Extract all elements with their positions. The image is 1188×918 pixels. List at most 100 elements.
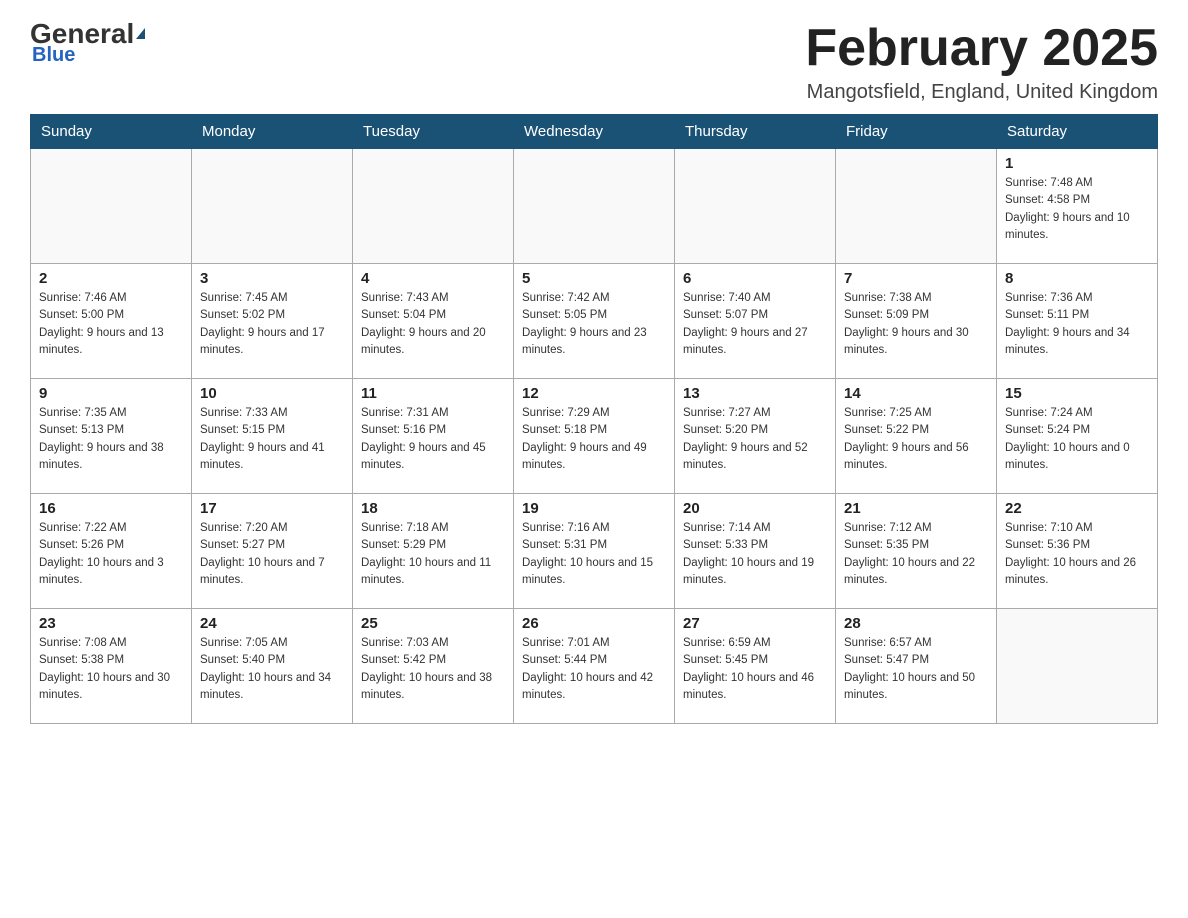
col-header-tuesday: Tuesday: [353, 115, 514, 149]
calendar-cell: 18Sunrise: 7:18 AMSunset: 5:29 PMDayligh…: [353, 494, 514, 609]
day-info: Sunrise: 7:31 AMSunset: 5:16 PMDaylight:…: [361, 405, 505, 474]
week-row-3: 9Sunrise: 7:35 AMSunset: 5:13 PMDaylight…: [31, 379, 1158, 494]
day-info: Sunrise: 7:01 AMSunset: 5:44 PMDaylight:…: [522, 635, 666, 704]
day-info: Sunrise: 7:40 AMSunset: 5:07 PMDaylight:…: [683, 290, 827, 359]
calendar-cell: 27Sunrise: 6:59 AMSunset: 5:45 PMDayligh…: [675, 609, 836, 724]
calendar-cell: 11 Sunrise: 7:31 AMSunset: 5:16 PMDayligh…: [353, 379, 514, 494]
day-info: Sunrise: 7:18 AMSunset: 5:29 PMDaylight:…: [361, 520, 505, 589]
calendar-cell: 1 Sunrise: 7:48 AMSunset: 4:58 PMDaylight…: [997, 149, 1158, 264]
page-header: General Blue February 2025 Mangotsfield,…: [30, 20, 1158, 104]
calendar-cell: 2Sunrise: 7:46 AMSunset: 5:00 PMDaylight…: [31, 264, 192, 379]
day-number: 1: [1005, 155, 1149, 172]
calendar-cell: 24 Sunrise: 7:05 AMSunset: 5:40 PMDayligh…: [192, 609, 353, 724]
calendar-cell: 20 Sunrise: 7:14 AMSunset: 5:33 PMDayligh…: [675, 494, 836, 609]
calendar: SundayMondayTuesdayWednesdayThursdayFrid…: [30, 114, 1158, 724]
day-info: Sunrise: 7:43 AMSunset: 5:04 PMDaylight:…: [361, 290, 505, 359]
day-info: Sunrise: 7:33 AMSunset: 5:15 PMDaylight:…: [200, 405, 344, 474]
day-info: Sunrise: 7:48 AMSunset: 4:58 PMDaylight:…: [1005, 175, 1149, 244]
day-number: 27: [683, 615, 827, 632]
day-number: 25: [361, 615, 505, 632]
day-info: Sunrise: 7:42 AMSunset: 5:05 PMDaylight:…: [522, 290, 666, 359]
col-header-wednesday: Wednesday: [514, 115, 675, 149]
calendar-cell: 23 Sunrise: 7:08 AMSunset: 5:38 PMDayligh…: [31, 609, 192, 724]
day-number: 26: [522, 615, 666, 632]
calendar-cell: 21 Sunrise: 7:12 AMSunset: 5:35 PMDayligh…: [836, 494, 997, 609]
calendar-cell: [675, 149, 836, 264]
calendar-cell: 13 Sunrise: 7:27 AMSunset: 5:20 PMDayligh…: [675, 379, 836, 494]
calendar-cell: 5 Sunrise: 7:42 AMSunset: 5:05 PMDaylight…: [514, 264, 675, 379]
calendar-cell: [836, 149, 997, 264]
day-info: Sunrise: 7:08 AMSunset: 5:38 PMDaylight:…: [39, 635, 183, 704]
day-info: Sunrise: 7:27 AMSunset: 5:20 PMDaylight:…: [683, 405, 827, 474]
month-title: February 2025: [805, 20, 1158, 77]
day-info: Sunrise: 7:05 AMSunset: 5:40 PMDaylight:…: [200, 635, 344, 704]
week-row-4: 16Sunrise: 7:22 AMSunset: 5:26 PMDayligh…: [31, 494, 1158, 609]
day-number: 21: [844, 500, 988, 517]
day-info: Sunrise: 7:03 AMSunset: 5:42 PMDaylight:…: [361, 635, 505, 704]
location: Mangotsfield, England, United Kingdom: [805, 81, 1158, 104]
day-number: 5: [522, 270, 666, 287]
day-info: Sunrise: 7:36 AMSunset: 5:11 PMDaylight:…: [1005, 290, 1149, 359]
calendar-cell: 3Sunrise: 7:45 AMSunset: 5:02 PMDaylight…: [192, 264, 353, 379]
day-info: Sunrise: 7:45 AMSunset: 5:02 PMDaylight:…: [200, 290, 344, 359]
col-header-monday: Monday: [192, 115, 353, 149]
day-number: 10: [200, 385, 344, 402]
day-number: 20: [683, 500, 827, 517]
week-row-5: 23 Sunrise: 7:08 AMSunset: 5:38 PMDayligh…: [31, 609, 1158, 724]
calendar-cell: [192, 149, 353, 264]
day-number: 8: [1005, 270, 1149, 287]
week-row-2: 2Sunrise: 7:46 AMSunset: 5:00 PMDaylight…: [31, 264, 1158, 379]
calendar-cell: [31, 149, 192, 264]
calendar-cell: 6 Sunrise: 7:40 AMSunset: 5:07 PMDaylight…: [675, 264, 836, 379]
calendar-cell: 19 Sunrise: 7:16 AMSunset: 5:31 PMDayligh…: [514, 494, 675, 609]
day-info: Sunrise: 7:14 AMSunset: 5:33 PMDaylight:…: [683, 520, 827, 589]
day-number: 15: [1005, 385, 1149, 402]
day-info: Sunrise: 7:35 AMSunset: 5:13 PMDaylight:…: [39, 405, 183, 474]
calendar-cell: 7 Sunrise: 7:38 AMSunset: 5:09 PMDaylight…: [836, 264, 997, 379]
day-number: 17: [200, 500, 344, 517]
day-info: Sunrise: 7:12 AMSunset: 5:35 PMDaylight:…: [844, 520, 988, 589]
logo-blue: Blue: [32, 44, 75, 66]
day-number: 6: [683, 270, 827, 287]
calendar-cell: 28 Sunrise: 6:57 AMSunset: 5:47 PMDayligh…: [836, 609, 997, 724]
calendar-cell: 17 Sunrise: 7:20 AMSunset: 5:27 PMDayligh…: [192, 494, 353, 609]
day-info: Sunrise: 7:38 AMSunset: 5:09 PMDaylight:…: [844, 290, 988, 359]
col-header-saturday: Saturday: [997, 115, 1158, 149]
day-number: 12: [522, 385, 666, 402]
col-header-thursday: Thursday: [675, 115, 836, 149]
calendar-cell: 4 Sunrise: 7:43 AMSunset: 5:04 PMDaylight…: [353, 264, 514, 379]
calendar-cell: 14 Sunrise: 7:25 AMSunset: 5:22 PMDayligh…: [836, 379, 997, 494]
day-number: 23: [39, 615, 183, 632]
day-info: Sunrise: 6:57 AMSunset: 5:47 PMDaylight:…: [844, 635, 988, 704]
day-number: 24: [200, 615, 344, 632]
calendar-cell: 16Sunrise: 7:22 AMSunset: 5:26 PMDayligh…: [31, 494, 192, 609]
title-area: February 2025 Mangotsfield, England, Uni…: [805, 20, 1158, 104]
day-info: Sunrise: 7:25 AMSunset: 5:22 PMDaylight:…: [844, 405, 988, 474]
col-header-friday: Friday: [836, 115, 997, 149]
logo: General Blue: [30, 20, 145, 67]
day-info: Sunrise: 7:29 AMSunset: 5:18 PMDaylight:…: [522, 405, 666, 474]
calendar-cell: 25 Sunrise: 7:03 AMSunset: 5:42 PMDayligh…: [353, 609, 514, 724]
calendar-header-row: SundayMondayTuesdayWednesdayThursdayFrid…: [31, 115, 1158, 149]
day-number: 28: [844, 615, 988, 632]
day-number: 7: [844, 270, 988, 287]
calendar-cell: 26 Sunrise: 7:01 AMSunset: 5:44 PMDayligh…: [514, 609, 675, 724]
day-number: 4: [361, 270, 505, 287]
calendar-cell: 22 Sunrise: 7:10 AMSunset: 5:36 PMDayligh…: [997, 494, 1158, 609]
day-info: Sunrise: 7:20 AMSunset: 5:27 PMDaylight:…: [200, 520, 344, 589]
day-number: 22: [1005, 500, 1149, 517]
calendar-cell: [514, 149, 675, 264]
col-header-sunday: Sunday: [31, 115, 192, 149]
calendar-cell: 15Sunrise: 7:24 AMSunset: 5:24 PMDayligh…: [997, 379, 1158, 494]
day-info: Sunrise: 7:16 AMSunset: 5:31 PMDaylight:…: [522, 520, 666, 589]
day-number: 11: [361, 385, 505, 402]
day-number: 19: [522, 500, 666, 517]
day-info: Sunrise: 7:22 AMSunset: 5:26 PMDaylight:…: [39, 520, 183, 589]
day-number: 13: [683, 385, 827, 402]
day-number: 2: [39, 270, 183, 287]
calendar-cell: [353, 149, 514, 264]
day-info: Sunrise: 7:10 AMSunset: 5:36 PMDaylight:…: [1005, 520, 1149, 589]
week-row-1: 1 Sunrise: 7:48 AMSunset: 4:58 PMDaylight…: [31, 149, 1158, 264]
calendar-cell: 9Sunrise: 7:35 AMSunset: 5:13 PMDaylight…: [31, 379, 192, 494]
day-number: 14: [844, 385, 988, 402]
